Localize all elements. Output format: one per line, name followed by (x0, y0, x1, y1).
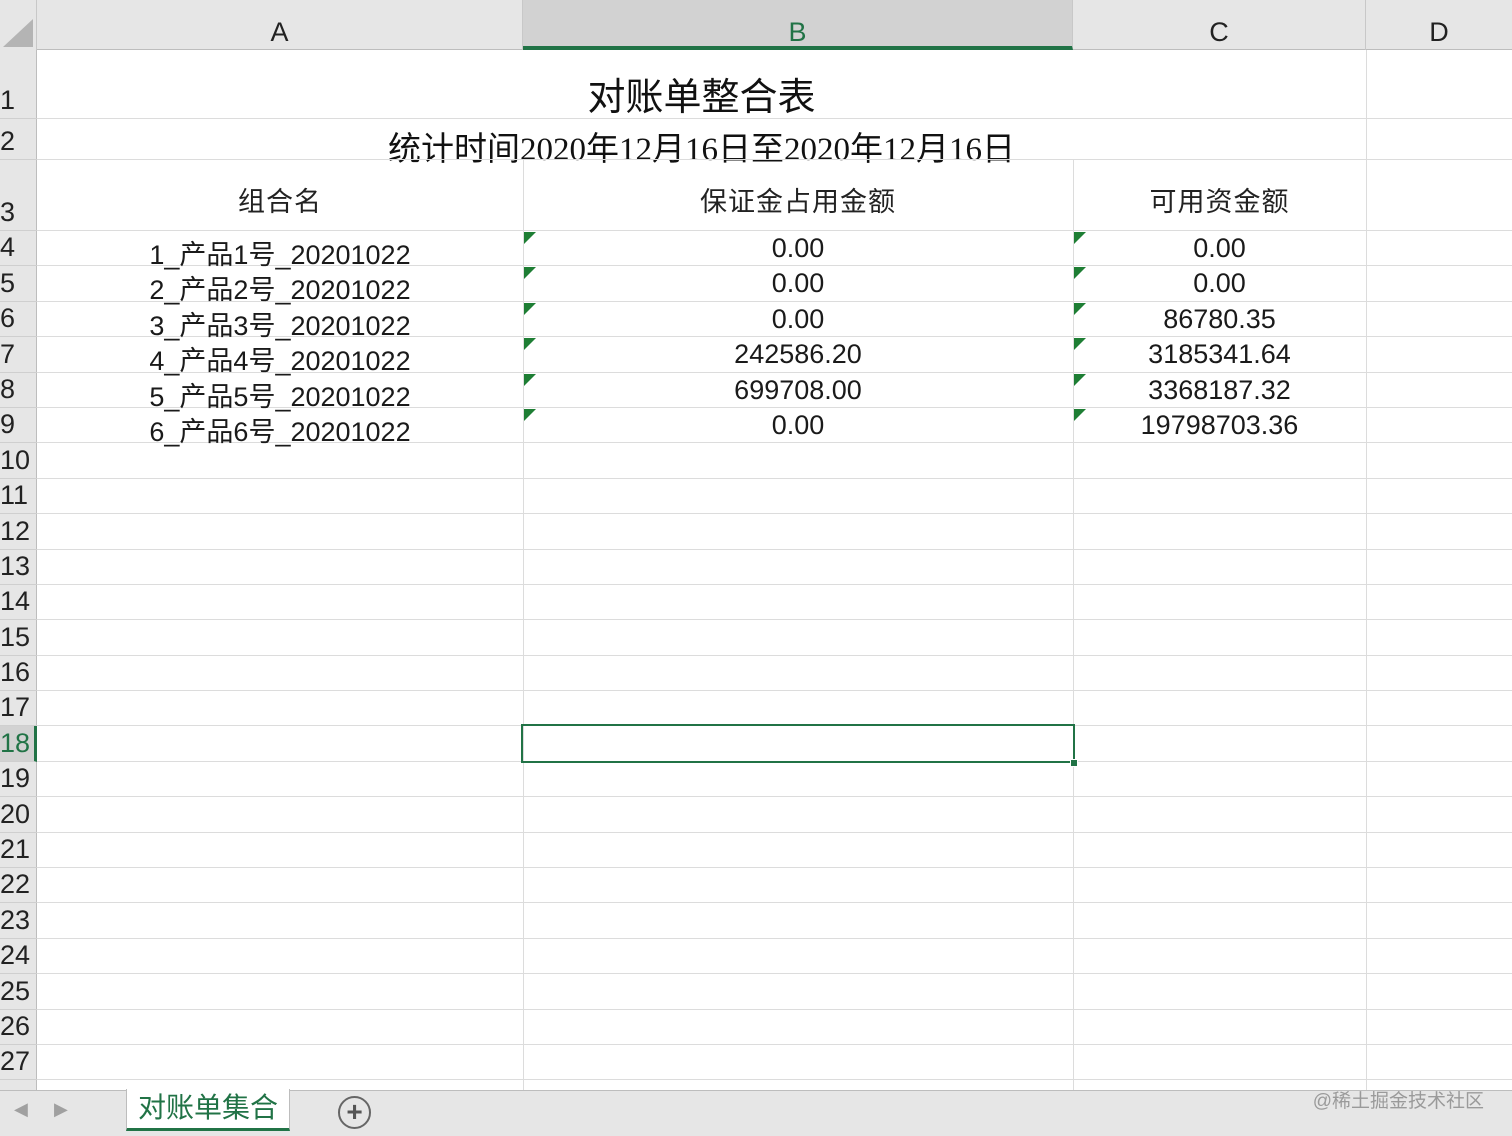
row-header-11[interactable]: 11 (0, 479, 37, 514)
error-indicator-icon[interactable] (1074, 374, 1086, 386)
grid-row-line (37, 513, 1512, 514)
row-header-19[interactable]: 19 (0, 762, 37, 797)
row-header-bar: 1 2 3 4 5 6 7 8 9 10 11 12 13 14 15 16 17 18 19 20 21 22 23 24 2… (0, 50, 37, 1090)
grid-row-line (37, 690, 1512, 691)
add-sheet-icon[interactable]: + (338, 1096, 371, 1129)
grid-row-line (37, 796, 1512, 797)
row-header-7[interactable]: 7 (0, 337, 37, 373)
row-header-25[interactable]: 25 (0, 974, 37, 1010)
row-header-8[interactable]: 8 (0, 373, 37, 408)
grid-row-line (37, 619, 1512, 620)
grid-row-line (37, 478, 1512, 479)
grid-row-line (37, 973, 1512, 974)
row-header-26[interactable]: 26 (0, 1010, 37, 1045)
cell-portfolio-name[interactable]: 5_产品5号_20201022 (37, 375, 523, 412)
error-indicator-icon[interactable] (524, 303, 536, 315)
cell-available-amount[interactable]: 19798703.36 (1073, 410, 1366, 445)
cell-margin-amount[interactable]: 242586.20 (523, 339, 1073, 375)
watermark: @稀土掘金技术社区 (1312, 1091, 1484, 1112)
row-header-17[interactable]: 17 (0, 691, 37, 726)
grid-row-line (37, 584, 1512, 585)
sheet-tab-active[interactable]: 对账单集合 (126, 1089, 290, 1131)
cell-portfolio-name[interactable]: 1_产品1号_20201022 (37, 233, 523, 270)
error-indicator-icon[interactable] (1074, 409, 1086, 421)
column-header-d[interactable]: D (1366, 0, 1512, 50)
row-header-14[interactable]: 14 (0, 585, 37, 620)
row-header-15[interactable]: 15 (0, 620, 37, 656)
row-header-5[interactable]: 5 (0, 266, 37, 302)
error-indicator-icon[interactable] (1074, 267, 1086, 279)
error-indicator-icon[interactable] (524, 338, 536, 350)
row-header-4[interactable]: 4 (0, 231, 37, 266)
sheet-tab-bar: ◀ ▶ 对账单集合 + (0, 1089, 1512, 1136)
row-header-24[interactable]: 24 (0, 939, 37, 974)
grid-row-line (37, 1044, 1512, 1045)
header-cell-available[interactable]: 可用资金额 (1073, 180, 1366, 219)
row-header-1[interactable]: 1 (0, 50, 37, 119)
grid-row-line (37, 1009, 1512, 1010)
cell-portfolio-name[interactable]: 3_产品3号_20201022 (37, 304, 523, 341)
cell-margin-amount[interactable]: 699708.00 (523, 375, 1073, 410)
error-indicator-icon[interactable] (524, 232, 536, 244)
cell-available-amount[interactable]: 86780.35 (1073, 304, 1366, 339)
select-all-icon (3, 19, 33, 47)
active-cell-selection[interactable] (521, 724, 1075, 763)
tab-scroll-left-icon[interactable]: ◀ (14, 1099, 28, 1120)
row-header-21[interactable]: 21 (0, 833, 37, 868)
grid-row-line (37, 230, 1512, 231)
row-header-18[interactable]: 18 (0, 726, 37, 762)
error-indicator-icon[interactable] (524, 267, 536, 279)
row-header-16[interactable]: 16 (0, 656, 37, 691)
row-header-22[interactable]: 22 (0, 868, 37, 903)
fill-handle[interactable] (1070, 759, 1078, 767)
cell-available-amount[interactable]: 0.00 (1073, 233, 1366, 268)
grid-row-line (37, 159, 1512, 160)
row-header-2[interactable]: 2 (0, 119, 37, 160)
error-indicator-icon[interactable] (524, 409, 536, 421)
row-header-27[interactable]: 27 (0, 1045, 37, 1080)
cell-available-amount[interactable]: 3185341.64 (1073, 339, 1366, 375)
error-indicator-icon[interactable] (1074, 303, 1086, 315)
row-header-6[interactable]: 6 (0, 302, 37, 337)
select-all-button[interactable] (0, 0, 37, 50)
worksheet-grid[interactable]: 对账单整合表 统计时间2020年12月16日至2020年12月16日 组合名 保… (37, 50, 1512, 1090)
grid-row-line (37, 549, 1512, 550)
cell-margin-amount[interactable]: 0.00 (523, 410, 1073, 445)
error-indicator-icon[interactable] (524, 374, 536, 386)
column-header-a[interactable]: A (37, 0, 523, 50)
row-header-12[interactable]: 12 (0, 514, 37, 550)
grid-row-line (37, 938, 1512, 939)
cell-available-amount[interactable]: 0.00 (1073, 268, 1366, 304)
error-indicator-icon[interactable] (1074, 338, 1086, 350)
tab-scroll-right-icon[interactable]: ▶ (54, 1099, 68, 1120)
cell-portfolio-name[interactable]: 2_产品2号_20201022 (37, 268, 523, 305)
cell-portfolio-name[interactable]: 4_产品4号_20201022 (37, 339, 523, 376)
cell-available-amount[interactable]: 3368187.32 (1073, 375, 1366, 410)
cell-portfolio-name[interactable]: 6_产品6号_20201022 (37, 410, 523, 447)
header-cell-portfolio[interactable]: 组合名 (37, 180, 523, 219)
row-header-10[interactable]: 10 (0, 443, 37, 479)
row-header-20[interactable]: 20 (0, 797, 37, 833)
cell-margin-amount[interactable]: 0.00 (523, 304, 1073, 339)
grid-row-line (37, 832, 1512, 833)
error-indicator-icon[interactable] (1074, 232, 1086, 244)
sheet-title[interactable]: 对账单整合表 (37, 66, 1366, 121)
grid-column-line (1366, 50, 1367, 1090)
row-header-13[interactable]: 13 (0, 550, 37, 585)
header-cell-margin[interactable]: 保证金占用金额 (523, 180, 1073, 219)
grid-row-line (37, 1079, 1512, 1080)
sheet-subtitle[interactable]: 统计时间2020年12月16日至2020年12月16日 (37, 122, 1366, 170)
row-header-23[interactable]: 23 (0, 903, 37, 939)
row-header-9[interactable]: 9 (0, 408, 37, 443)
grid-row-line (37, 867, 1512, 868)
cell-margin-amount[interactable]: 0.00 (523, 233, 1073, 268)
grid-row-line (37, 655, 1512, 656)
row-header-3[interactable]: 3 (0, 160, 37, 231)
column-header-c[interactable]: C (1073, 0, 1366, 50)
grid-row-line (37, 902, 1512, 903)
column-header-b[interactable]: B (523, 0, 1073, 50)
grid-row-line (37, 118, 1512, 119)
cell-margin-amount[interactable]: 0.00 (523, 268, 1073, 304)
